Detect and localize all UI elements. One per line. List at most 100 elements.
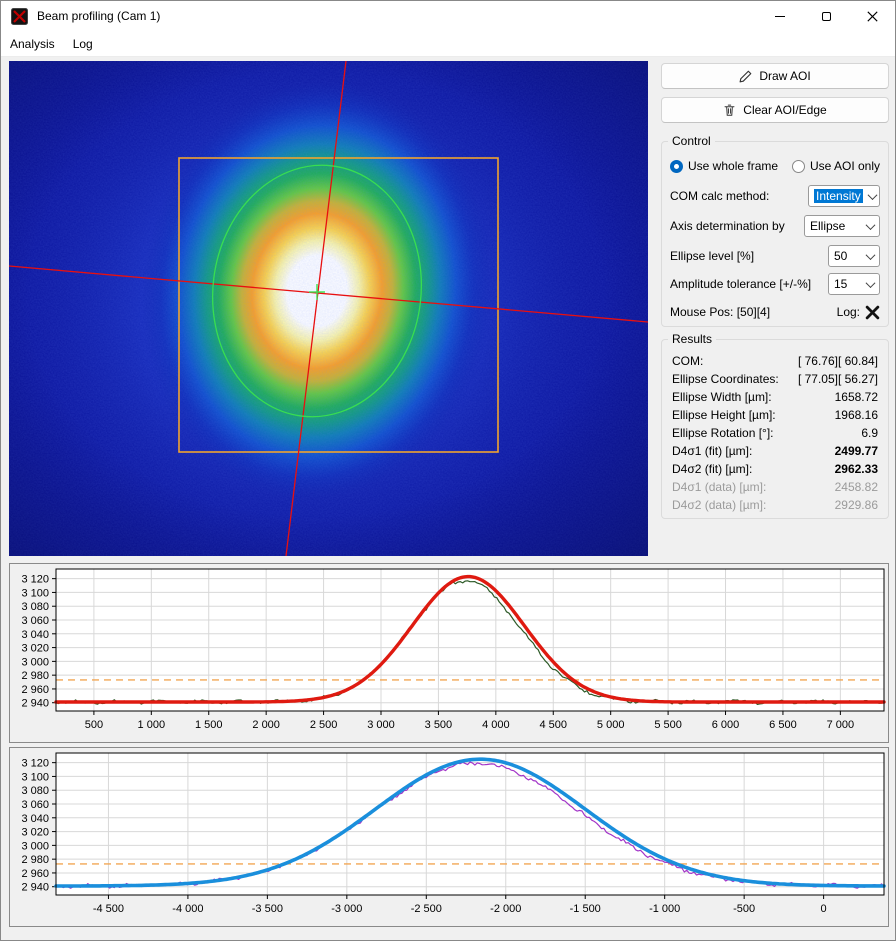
result-value: [ 77.05][ 56.27] (798, 372, 878, 386)
app-window: Beam profiling (Cam 1) Analysis Log (0, 0, 896, 941)
result-row-d4s1-data: D4σ1 (data) [µm]: 2458.82 (672, 478, 878, 496)
svg-text:2 500: 2 500 (310, 719, 338, 731)
draw-aoi-button[interactable]: Draw AOI (661, 63, 889, 89)
svg-text:-4 000: -4 000 (172, 903, 203, 915)
control-group-title: Control (668, 134, 715, 148)
minimize-icon (775, 16, 785, 17)
radio-aoi-only[interactable]: Use AOI only (792, 159, 880, 173)
result-row-d4s1-fit: D4σ1 (fit) [µm]: 2499.77 (672, 442, 878, 460)
svg-text:-3 000: -3 000 (331, 903, 362, 915)
result-label: D4σ2 (fit) [µm]: (672, 462, 752, 476)
menu-bar: Analysis Log (1, 31, 895, 57)
svg-text:1 500: 1 500 (195, 719, 223, 731)
result-label: Ellipse Width [µm]: (672, 390, 772, 404)
svg-text:3 080: 3 080 (21, 601, 49, 613)
svg-text:-2 500: -2 500 (411, 903, 442, 915)
result-value: 2929.86 (835, 498, 878, 512)
amplitude-tolerance-combobox[interactable]: 15 (828, 273, 880, 295)
axis-determination-value: Ellipse (810, 219, 845, 233)
svg-text:2 980: 2 980 (21, 854, 49, 866)
amplitude-tolerance-value: 15 (834, 277, 847, 291)
pencil-icon (739, 70, 752, 83)
title-bar[interactable]: Beam profiling (Cam 1) (1, 1, 895, 31)
result-value: 2458.82 (835, 480, 878, 494)
svg-text:3 100: 3 100 (21, 587, 49, 599)
chevron-down-icon (867, 190, 877, 200)
svg-text:3 020: 3 020 (21, 643, 49, 655)
svg-text:-2 000: -2 000 (490, 903, 521, 915)
result-value: [ 76.76][ 60.84] (798, 354, 878, 368)
svg-text:3 000: 3 000 (21, 840, 49, 852)
svg-text:3 100: 3 100 (21, 771, 49, 783)
radio-aoi-only-label: Use AOI only (810, 159, 880, 173)
svg-text:-4 500: -4 500 (93, 903, 124, 915)
horizontal-profile-chart[interactable]: 5001 0001 5002 0002 5003 0003 5004 0004 … (9, 563, 889, 743)
draw-aoi-label: Draw AOI (759, 69, 810, 83)
log-label: Log: (837, 305, 860, 319)
com-method-value: Intensity (814, 189, 863, 203)
result-label: D4σ1 (fit) [µm]: (672, 444, 752, 458)
vignette (9, 61, 648, 556)
svg-text:-1 500: -1 500 (570, 903, 601, 915)
result-value: 1968.16 (835, 408, 878, 422)
com-method-label: COM calc method: (670, 189, 769, 203)
axis-determination-label: Axis determination by (670, 219, 785, 233)
result-value: 6.9 (861, 426, 878, 440)
result-label: D4σ2 (data) [µm]: (672, 498, 766, 512)
svg-text:5 000: 5 000 (597, 719, 625, 731)
svg-text:3 000: 3 000 (21, 656, 49, 668)
radio-aoi-only-icon (792, 160, 805, 173)
svg-text:2 940: 2 940 (21, 882, 49, 894)
mouse-pos-readout: Mouse Pos: [50][4] (670, 305, 770, 319)
svg-text:3 120: 3 120 (21, 758, 49, 770)
result-row-ellipse-coords: Ellipse Coordinates: [ 77.05][ 56.27] (672, 370, 878, 388)
beam-image[interactable] (9, 61, 648, 556)
menu-analysis[interactable]: Analysis (1, 33, 64, 55)
clear-aoi-label: Clear AOI/Edge (743, 103, 826, 117)
ellipse-level-combobox[interactable]: 50 (828, 245, 880, 267)
svg-text:3 080: 3 080 (21, 785, 49, 797)
ellipse-level-label: Ellipse level [%] (670, 249, 754, 263)
svg-text:2 940: 2 940 (21, 698, 49, 710)
result-value: 1658.72 (835, 390, 878, 404)
radio-whole-frame-label: Use whole frame (688, 159, 778, 173)
axis-determination-combobox[interactable]: Ellipse (804, 215, 880, 237)
svg-text:3 000: 3 000 (367, 719, 395, 731)
svg-text:3 120: 3 120 (21, 574, 49, 586)
ellipse-level-value: 50 (834, 249, 847, 263)
svg-text:0: 0 (821, 903, 827, 915)
menu-log[interactable]: Log (64, 33, 102, 55)
svg-text:3 040: 3 040 (21, 813, 49, 825)
clear-aoi-button[interactable]: Clear AOI/Edge (661, 97, 889, 123)
svg-text:1 000: 1 000 (138, 719, 166, 731)
svg-text:3 020: 3 020 (21, 827, 49, 839)
svg-text:2 960: 2 960 (21, 684, 49, 696)
svg-text:-1 000: -1 000 (649, 903, 680, 915)
svg-text:3 040: 3 040 (21, 629, 49, 641)
minimize-button[interactable] (757, 1, 803, 31)
chevron-down-icon (866, 220, 876, 230)
close-button[interactable] (849, 1, 895, 31)
control-group: Control Use whole frame Use AOI only COM… (661, 141, 889, 327)
results-group-title: Results (668, 332, 716, 346)
maximize-button[interactable] (803, 1, 849, 31)
chevron-down-icon (866, 250, 876, 260)
result-label: Ellipse Height [µm]: (672, 408, 776, 422)
app-icon (11, 8, 28, 25)
chevron-down-icon (866, 278, 876, 288)
result-label: COM: (672, 354, 703, 368)
vertical-profile-chart[interactable]: -4 500-4 000-3 500-3 000-2 500-2 000-1 5… (9, 747, 889, 927)
svg-text:2 980: 2 980 (21, 670, 49, 682)
result-label: Ellipse Coordinates: (672, 372, 779, 386)
svg-text:3 060: 3 060 (21, 615, 49, 627)
log-x-icon[interactable] (865, 305, 880, 320)
svg-text:2 960: 2 960 (21, 868, 49, 880)
result-value: 2499.77 (835, 444, 878, 458)
svg-text:3 060: 3 060 (21, 799, 49, 811)
radio-whole-frame-icon (670, 160, 683, 173)
svg-text:4 000: 4 000 (482, 719, 510, 731)
com-method-combobox[interactable]: Intensity (808, 185, 880, 207)
svg-text:2 000: 2 000 (252, 719, 280, 731)
maximize-icon (822, 12, 831, 21)
radio-whole-frame[interactable]: Use whole frame (670, 159, 778, 173)
